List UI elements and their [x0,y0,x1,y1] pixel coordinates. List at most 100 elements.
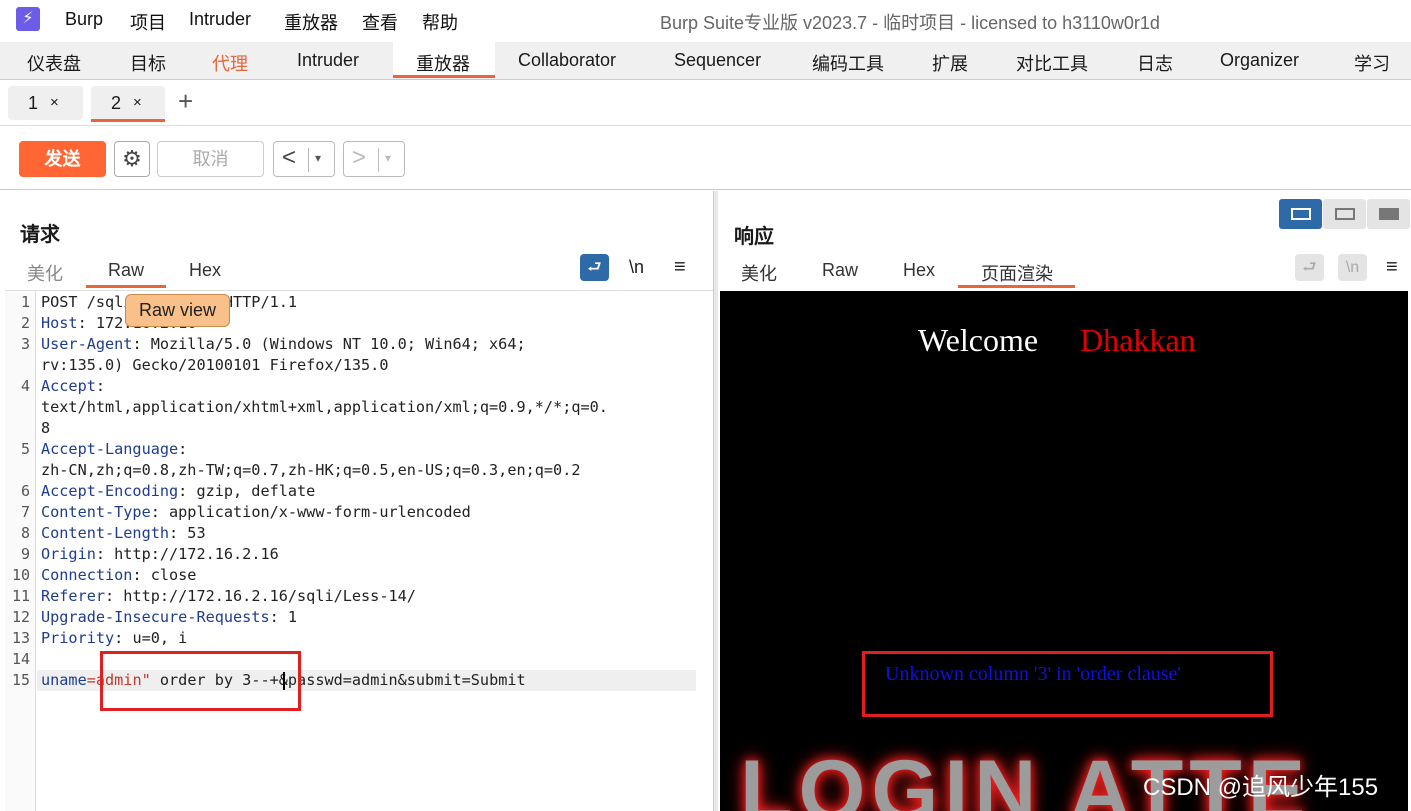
header-name: Host [41,314,78,332]
menu-burp[interactable]: Burp [65,9,103,30]
forward-button[interactable]: > ▾ [343,141,405,177]
menu-intruder[interactable]: Intruder [189,9,251,30]
request-header-wrap[interactable]: text/html,application/xhtml+xml,applicat… [41,398,697,416]
line-number: 7 [20,503,30,521]
request-header[interactable]: Upgrade-Insecure-Requests: 1 [41,608,297,626]
pane-splitter[interactable] [713,191,718,811]
close-icon[interactable]: × [50,94,59,111]
header-name: Content-Length [41,524,170,542]
repeater-tab-bar: 1 × 2 × [0,80,1411,126]
add-tab-icon[interactable]: + [178,86,193,117]
request-header[interactable]: Connection: close [41,566,196,584]
menu-repeater[interactable]: 重放器 [284,9,338,35]
chevron-down-icon[interactable]: ▾ [315,151,321,165]
request-header-wrap[interactable]: 8 [41,419,50,437]
response-tab-render[interactable]: 页面渲染 [981,260,1053,286]
raw-view-tooltip: Raw view [125,294,230,327]
response-tab-pretty[interactable]: 美化 [741,260,777,286]
back-button[interactable]: < ▾ [273,141,335,177]
newline-toggle[interactable]: \n [629,257,644,278]
watermark: CSDN @追风少年155 [1143,774,1379,801]
header-name: Connection [41,566,133,584]
request-header[interactable]: Accept: [41,377,105,395]
menu-icon[interactable]: ≡ [674,256,686,279]
header-value: : [95,377,106,395]
header-name: Upgrade-Insecure-Requests [41,608,270,626]
repeater-tab-1[interactable]: 1 × [8,86,83,120]
wrap-lines-icon[interactable]: ⮐ [1295,254,1324,281]
tab-learn[interactable]: 学习 [1354,50,1390,76]
request-header[interactable]: User-Agent: Mozilla/5.0 (Windows NT 10.0… [41,335,526,353]
response-tab-hex[interactable]: Hex [903,260,935,281]
tab-logger[interactable]: 日志 [1137,50,1173,76]
gear-icon[interactable]: ⚙ [114,141,150,177]
header-name: Priority [41,629,115,647]
header-value: rv:135.0) Gecko/20100101 Firefox/135.0 [41,356,389,374]
line-number: 13 [11,629,30,647]
annotation-box-payload [100,651,301,711]
menu-project[interactable]: 项目 [130,9,166,35]
request-header-wrap[interactable]: rv:135.0) Gecko/20100101 Firefox/135.0 [41,356,388,374]
request-header[interactable]: Accept-Language: [41,440,187,458]
line-number: 3 [20,335,30,353]
menu-help[interactable]: 帮助 [422,9,458,35]
tab-extensions[interactable]: 扩展 [932,50,968,76]
divider [308,148,309,172]
wrap-lines-icon[interactable]: ⮐ [580,254,609,281]
header-value: text/html,application/xhtml+xml,applicat… [41,398,608,416]
header-value: : close [132,566,197,584]
request-header[interactable]: Content-Type: application/x-www-form-url… [41,503,471,521]
header-value: 8 [41,419,51,437]
request-header[interactable]: Accept-Encoding: gzip, deflate [41,482,315,500]
line-number: 14 [11,650,30,668]
line-number: 10 [11,566,30,584]
repeater-tab-2[interactable]: 2 × [91,86,165,120]
divider [5,290,713,291]
line-number: 12 [11,608,30,626]
menu-view[interactable]: 查看 [362,9,398,35]
request-tab-hex[interactable]: Hex [189,260,221,281]
line-number: 2 [20,314,30,332]
tab-sequencer[interactable]: Sequencer [674,50,761,71]
request-header[interactable]: Referer: http://172.16.2.16/sqli/Less-14… [41,587,416,605]
menu-icon[interactable]: ≡ [1386,256,1398,279]
tab-organizer[interactable]: Organizer [1220,50,1299,71]
request-header[interactable]: Origin: http://172.16.2.16 [41,545,279,563]
chevron-right-icon: > [352,144,367,171]
layout-tabs-icon[interactable] [1367,199,1410,229]
request-tab-raw[interactable]: Raw [108,260,144,281]
tab-repeater[interactable]: 重放器 [416,50,470,76]
layout-stacked-icon[interactable] [1323,199,1366,229]
header-name: Origin [41,545,96,563]
header-value: : gzip, deflate [178,482,316,500]
line-number: 11 [11,587,30,605]
request-title: 请求 [20,224,60,246]
tab-comparer[interactable]: 对比工具 [1016,50,1088,76]
response-tab-raw[interactable]: Raw [822,260,858,281]
header-name: User-Agent [41,335,133,353]
request-header[interactable]: Priority: u=0, i [41,629,187,647]
cancel-button[interactable]: 取消 [157,141,264,177]
repeater-tab-label: 2 [111,93,122,113]
request-header[interactable]: Content-Length: 53 [41,524,206,542]
header-value: : 53 [169,524,206,542]
header-value: : application/x-www-form-urlencoded [150,503,471,521]
tab-dashboard[interactable]: 仪表盘 [27,50,81,76]
line-number: 5 [20,440,30,458]
layout-side-by-side-icon[interactable] [1279,199,1322,229]
tab-collaborator[interactable]: Collaborator [518,50,616,71]
annotation-box-error [862,651,1273,717]
tab-target[interactable]: 目标 [130,50,166,76]
request-tab-pretty[interactable]: 美化 [27,260,63,286]
line-number: 1 [20,293,30,311]
tab-proxy[interactable]: 代理 [212,50,248,76]
tab-intruder[interactable]: Intruder [297,50,359,71]
request-pane [0,191,713,811]
newline-toggle[interactable]: \n [1338,254,1367,281]
chevron-down-icon[interactable]: ▾ [385,151,391,165]
tab-decoder[interactable]: 编码工具 [812,50,884,76]
header-name: Accept-Language [41,440,179,458]
close-icon[interactable]: × [133,94,142,111]
send-button[interactable]: 发送 [19,141,106,177]
request-header-wrap[interactable]: zh-CN,zh;q=0.8,zh-TW;q=0.7,zh-HK;q=0.5,e… [41,461,697,479]
